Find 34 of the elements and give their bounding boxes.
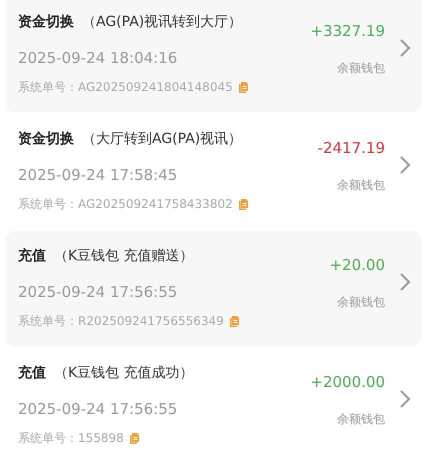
copy-icon[interactable]	[230, 316, 239, 327]
transaction-time: 2025-09-24 17:58:45	[18, 166, 178, 186]
transaction-time: 2025-09-24 18:04:16	[18, 49, 178, 69]
transaction-detail: （K豆钱包 充值成功）	[54, 364, 194, 382]
order-number: 系统单号：R202509241756556349	[18, 313, 224, 330]
transaction-time: 2025-09-24 17:56:55	[18, 283, 178, 303]
transaction-title: 充值	[18, 364, 46, 382]
transaction-detail: （AG(PA)视讯转到大厅）	[82, 13, 242, 31]
order-number: 系统单号：AG202509241758433802	[18, 196, 233, 213]
transaction-card[interactable]: 充值 （K豆钱包 充值赠送） 2025-09-24 17:56:55 系统单号：R202509241756556349 +20.00 余额钱包	[6, 231, 421, 346]
chevron-right-icon[interactable]	[399, 156, 411, 174]
amount: +3327.19	[310, 22, 385, 40]
transaction-title: 资金切换	[18, 13, 74, 31]
chevron-right-icon[interactable]	[399, 272, 411, 290]
transaction-title: 资金切换	[18, 130, 74, 148]
order-number: 系统单号：AG202509241804148045	[18, 79, 233, 96]
wallet-label: 余额钱包	[337, 60, 385, 77]
wallet-label: 余额钱包	[337, 411, 385, 428]
order-number: 系统单号：155898	[18, 430, 124, 447]
amount: -2417.19	[318, 139, 385, 157]
transaction-detail: （大厅转到AG(PA)视讯）	[82, 130, 242, 148]
copy-icon[interactable]	[130, 433, 139, 444]
chevron-right-icon[interactable]	[399, 38, 411, 56]
wallet-label: 余额钱包	[337, 177, 385, 194]
wallet-label: 余额钱包	[337, 294, 385, 311]
transaction-card[interactable]: 资金切换 （AG(PA)视讯转到大厅） 2025-09-24 18:04:16 系统单号：AG202509241804148045 +3327.19 余额钱包	[6, 0, 421, 112]
amount: +20.00	[329, 256, 385, 274]
transaction-time: 2025-09-24 17:56:55	[18, 400, 178, 420]
copy-icon[interactable]	[238, 82, 248, 93]
amount: +2000.00	[310, 373, 385, 391]
transaction-title: 充值	[18, 247, 46, 265]
chevron-right-icon[interactable]	[399, 390, 411, 408]
copy-icon[interactable]	[238, 199, 248, 210]
transaction-detail: （K豆钱包 充值赠送）	[54, 247, 194, 265]
